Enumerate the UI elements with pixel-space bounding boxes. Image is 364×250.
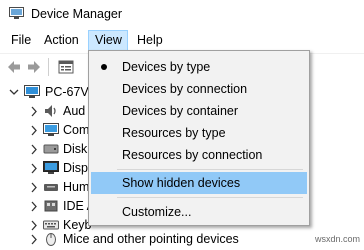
mouse-icon: [46, 233, 56, 246]
menu-item-label: Resources by type: [122, 126, 226, 140]
menu-item-label: Resources by connection: [122, 148, 263, 162]
menu-action[interactable]: Action: [38, 30, 85, 51]
tree-item-label: Com: [63, 123, 90, 137]
menu-help[interactable]: Help: [131, 30, 169, 51]
device-manager-icon: [9, 7, 24, 19]
chevron-right-icon[interactable]: [28, 120, 40, 141]
menu-item-label: Customize...: [122, 205, 192, 219]
chevron-down-icon[interactable]: [8, 82, 20, 103]
menu-item-show-hidden-devices[interactable]: Show hidden devices: [91, 172, 307, 194]
menu-item-devices-by-connection[interactable]: Devices by connection: [91, 78, 307, 100]
menu-view[interactable]: View: [88, 30, 128, 51]
human-interface-icon: [44, 184, 58, 191]
window-title: Device Manager: [31, 7, 123, 21]
tree-item-label: Mice and other pointing devices: [63, 232, 239, 246]
menu-item-label: Devices by connection: [122, 82, 248, 96]
menu-item-devices-by-container[interactable]: Devices by container: [91, 100, 307, 122]
chevron-right-icon[interactable]: [28, 158, 40, 179]
menu-item-label: Devices by type: [122, 60, 211, 74]
chevron-right-icon[interactable]: [28, 139, 40, 160]
menu-bar: File Action View Help: [0, 30, 364, 51]
chevron-right-icon[interactable]: [28, 229, 40, 250]
back-arrow-icon[interactable]: [5, 58, 23, 76]
menu-separator: [117, 169, 303, 170]
tree-item-label: Disk: [63, 142, 88, 156]
toolbar-separator: [48, 58, 49, 76]
properties-icon[interactable]: [57, 58, 75, 76]
chevron-right-icon[interactable]: [28, 196, 40, 217]
forward-arrow-icon[interactable]: [25, 58, 43, 76]
menu-file[interactable]: File: [5, 30, 37, 51]
menu-item-resources-by-connection[interactable]: Resources by connection: [91, 144, 307, 166]
chevron-right-icon[interactable]: [28, 101, 40, 122]
radio-bullet-icon: [101, 64, 107, 70]
tree-item-label: Disp: [63, 161, 89, 175]
menu-separator: [117, 197, 303, 198]
display-adapter-icon: [43, 161, 59, 174]
watermark: wsxdn.com: [314, 234, 360, 244]
menu-item-devices-by-type[interactable]: Devices by type: [91, 56, 307, 78]
tree-item-label: Hum: [63, 180, 90, 194]
menu-item-resources-by-type[interactable]: Resources by type: [91, 122, 307, 144]
tree-item-label: Aud: [63, 104, 86, 118]
title-bar: Device Manager: [0, 0, 364, 28]
computer-icon: [24, 85, 40, 98]
menu-item-label: Devices by container: [122, 104, 239, 118]
menu-item-customize[interactable]: Customize...: [91, 201, 307, 223]
menu-item-label: Show hidden devices: [122, 176, 241, 190]
chevron-right-icon[interactable]: [28, 177, 40, 198]
view-menu-dropdown: Devices by type Devices by connection De…: [88, 50, 310, 226]
disk-drive-icon: [43, 144, 59, 154]
computer-icon: [43, 123, 59, 136]
audio-icon: [45, 105, 56, 117]
tree-root-label: PC-67Vi: [45, 85, 92, 99]
ide-controller-icon: [44, 200, 58, 212]
keyboard-icon: [43, 220, 59, 230]
